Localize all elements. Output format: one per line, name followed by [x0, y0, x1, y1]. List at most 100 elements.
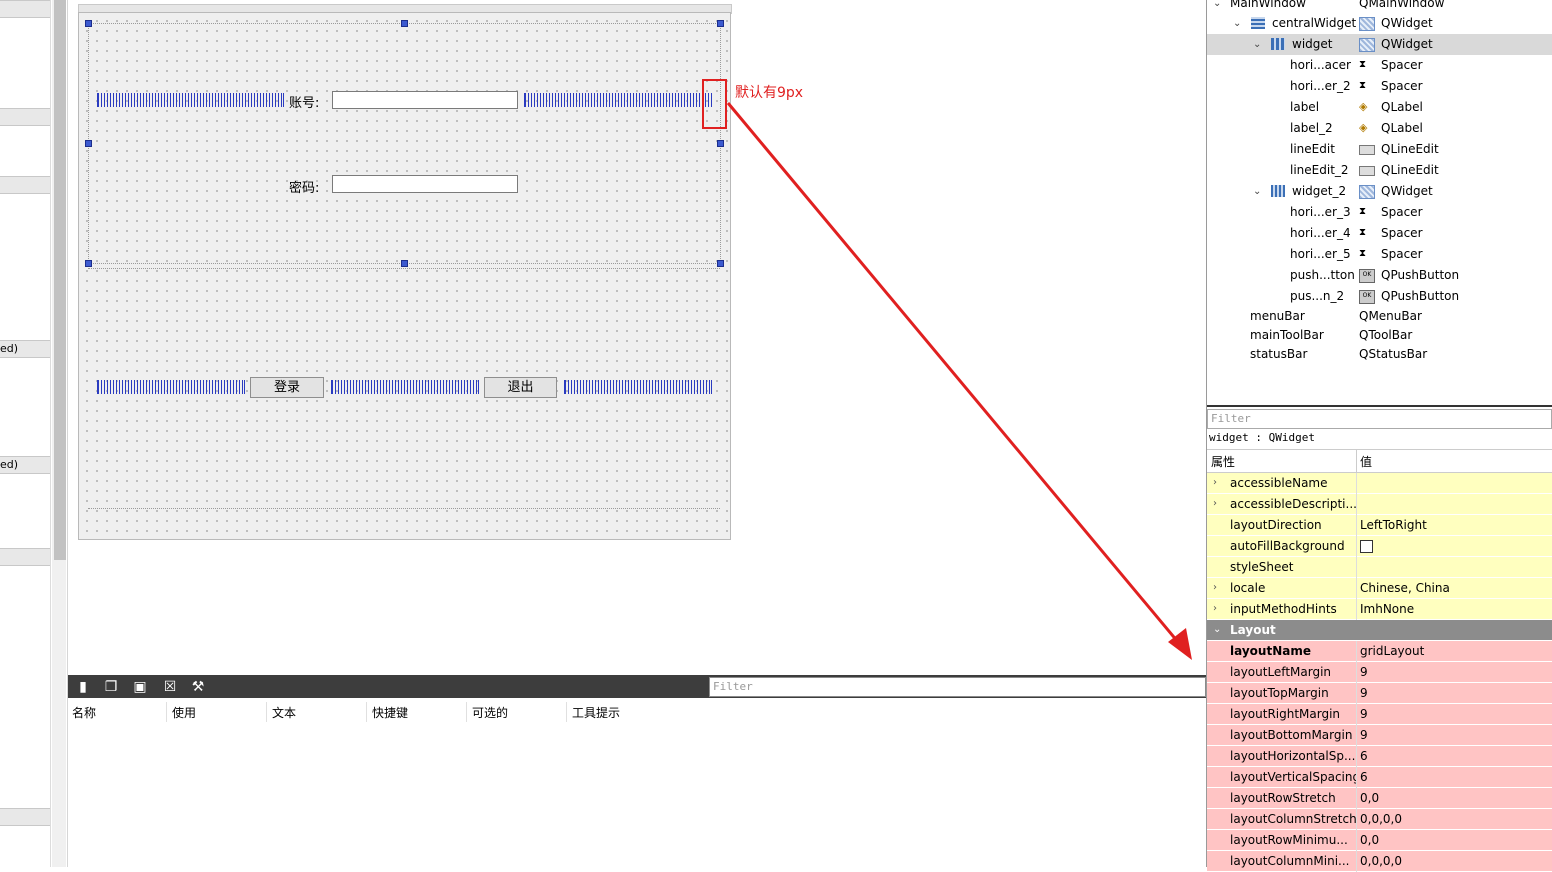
widget-box-category[interactable]: ed)	[0, 340, 50, 358]
property-group-row[interactable]: ⌄ Layout	[1207, 620, 1552, 641]
object-tree-row[interactable]: lineEdit QLineEdit	[1207, 139, 1552, 160]
expand-arrow-icon[interactable]: ⌄	[1253, 181, 1261, 202]
horizontal-spacer-4[interactable]	[331, 380, 479, 394]
property-row[interactable]: › inputMethodHints ImhNone	[1207, 599, 1552, 620]
object-tree-row[interactable]: mainToolBar QToolBar	[1207, 325, 1552, 346]
object-tree-row[interactable]: pus...n_2 OK QPushButton	[1207, 286, 1552, 307]
property-value[interactable]: 6	[1360, 746, 1368, 766]
property-value[interactable]: 0,0,0,0	[1360, 809, 1402, 829]
exit-button[interactable]: 退出	[484, 377, 557, 398]
object-tree-row[interactable]: hori...acer ⧗ Spacer	[1207, 55, 1552, 76]
object-tree-row[interactable]: label_2 ◈ QLabel	[1207, 118, 1552, 139]
expand-arrow-icon[interactable]: ⌄	[1233, 13, 1241, 34]
autofill-checkbox[interactable]	[1360, 540, 1373, 553]
property-row[interactable]: layoutName gridLayout	[1207, 641, 1552, 662]
object-tree-row[interactable]: ⌄ MainWindow QMainWindow	[1207, 0, 1552, 14]
property-value[interactable]: ImhNone	[1360, 599, 1414, 619]
property-row[interactable]: autoFillBackground	[1207, 536, 1552, 557]
resize-handle[interactable]	[85, 260, 92, 267]
column-header[interactable]: 文本	[272, 704, 296, 721]
property-row[interactable]: › accessibleName	[1207, 473, 1552, 494]
property-filter-input[interactable]: Filter	[1207, 409, 1552, 429]
object-tree-row[interactable]: lineEdit_2 QLineEdit	[1207, 160, 1552, 181]
property-value[interactable]: 9	[1360, 725, 1368, 745]
configure-icon[interactable]: ⚒	[189, 678, 207, 696]
horizontal-spacer-2[interactable]	[524, 93, 712, 107]
delete-action-icon[interactable]: ☒	[161, 678, 179, 696]
expand-arrow-icon[interactable]: ›	[1213, 473, 1217, 493]
column-separator[interactable]	[466, 702, 467, 722]
resize-handle[interactable]	[85, 140, 92, 147]
object-tree-row[interactable]: push...tton OK QPushButton	[1207, 265, 1552, 286]
object-tree-row[interactable]: hori...er_4 ⧗ Spacer	[1207, 223, 1552, 244]
column-separator[interactable]	[266, 702, 267, 722]
property-value[interactable]: 9	[1360, 683, 1368, 703]
property-row[interactable]: layoutHorizontalSp... 6	[1207, 746, 1552, 767]
column-separator[interactable]	[1356, 450, 1357, 472]
property-row[interactable]: layoutColumnStretch 0,0,0,0	[1207, 809, 1552, 830]
column-header[interactable]: 工具提示	[572, 704, 620, 721]
action-filter-input[interactable]: Filter	[709, 677, 1206, 697]
property-value[interactable]: 0,0,0,0	[1360, 851, 1402, 871]
property-value[interactable]: 0,0	[1360, 830, 1379, 850]
login-button[interactable]: 登录	[250, 377, 324, 398]
copy-action-icon[interactable]: ❐	[102, 678, 120, 696]
property-value[interactable]: 9	[1360, 662, 1368, 682]
property-row[interactable]: › locale Chinese, China	[1207, 578, 1552, 599]
column-header[interactable]: 可选的	[472, 704, 508, 721]
object-tree-row[interactable]: hori...er_5 ⧗ Spacer	[1207, 244, 1552, 265]
column-header[interactable]: 使用	[172, 704, 196, 721]
expand-arrow-icon[interactable]: ⌄	[1253, 34, 1261, 55]
property-value[interactable]: 0,0	[1360, 788, 1379, 808]
property-value[interactable]: 9	[1360, 704, 1368, 724]
expand-arrow-icon[interactable]: ›	[1213, 578, 1217, 598]
expand-arrow-icon[interactable]: ›	[1213, 599, 1217, 619]
password-line-edit[interactable]	[332, 175, 518, 193]
object-tree-row-selected[interactable]: ⌄ widget QWidget	[1207, 34, 1552, 55]
expand-arrow-icon[interactable]: ⌄	[1213, 0, 1221, 14]
property-row[interactable]: layoutDirection LeftToRight	[1207, 515, 1552, 536]
object-tree-row[interactable]: hori...er_2 ⧗ Spacer	[1207, 76, 1552, 97]
column-separator[interactable]	[366, 702, 367, 722]
property-row[interactable]: › accessibleDescripti...	[1207, 494, 1552, 515]
property-row[interactable]: styleSheet	[1207, 557, 1552, 578]
column-separator[interactable]	[166, 702, 167, 722]
horizontal-spacer-5[interactable]	[564, 380, 712, 394]
property-value[interactable]: Chinese, China	[1360, 578, 1450, 598]
object-tree-row[interactable]: ⌄ widget_2 QWidget	[1207, 181, 1552, 202]
resize-handle[interactable]	[401, 20, 408, 27]
object-tree-row[interactable]: label ◈ QLabel	[1207, 97, 1552, 118]
property-row[interactable]: layoutLeftMargin 9	[1207, 662, 1552, 683]
column-header[interactable]: 名称	[72, 704, 96, 721]
resize-handle[interactable]	[401, 260, 408, 267]
resize-handle[interactable]	[85, 20, 92, 27]
widget-box-category[interactable]	[0, 108, 50, 126]
property-column-header[interactable]: 属性	[1211, 453, 1235, 470]
property-value[interactable]: gridLayout	[1360, 641, 1424, 661]
collapse-arrow-icon[interactable]: ⌄	[1213, 620, 1221, 640]
widget-box-category[interactable]	[0, 548, 50, 566]
widget-box-category[interactable]: ed)	[0, 456, 50, 474]
object-tree-row[interactable]: statusBar QStatusBar	[1207, 344, 1552, 365]
property-row[interactable]: layoutVerticalSpacing 6	[1207, 767, 1552, 788]
column-separator[interactable]	[566, 702, 567, 722]
property-row[interactable]: layoutBottomMargin 9	[1207, 725, 1552, 746]
panel-divider[interactable]	[67, 0, 68, 867]
property-value[interactable]: 6	[1360, 767, 1368, 787]
horizontal-spacer-3[interactable]	[97, 380, 245, 394]
resize-handle[interactable]	[717, 140, 724, 147]
widget-box-category[interactable]	[0, 176, 50, 194]
inspector-splitter[interactable]	[1207, 405, 1552, 407]
paste-action-icon[interactable]: ▣	[131, 678, 149, 696]
resize-handle[interactable]	[717, 260, 724, 267]
column-header[interactable]: 快捷键	[372, 704, 408, 721]
property-row[interactable]: layoutRowMinimu... 0,0	[1207, 830, 1552, 851]
widget-box-category[interactable]	[0, 0, 50, 18]
value-column-header[interactable]: 值	[1360, 453, 1372, 470]
object-tree-row[interactable]: hori...er_3 ⧗ Spacer	[1207, 202, 1552, 223]
new-action-icon[interactable]: ▮	[74, 678, 92, 696]
horizontal-spacer[interactable]	[97, 93, 284, 107]
object-tree-row[interactable]: ⌄ centralWidget QWidget	[1207, 13, 1552, 34]
property-row[interactable]: layoutTopMargin 9	[1207, 683, 1552, 704]
property-row[interactable]: layoutRightMargin 9	[1207, 704, 1552, 725]
